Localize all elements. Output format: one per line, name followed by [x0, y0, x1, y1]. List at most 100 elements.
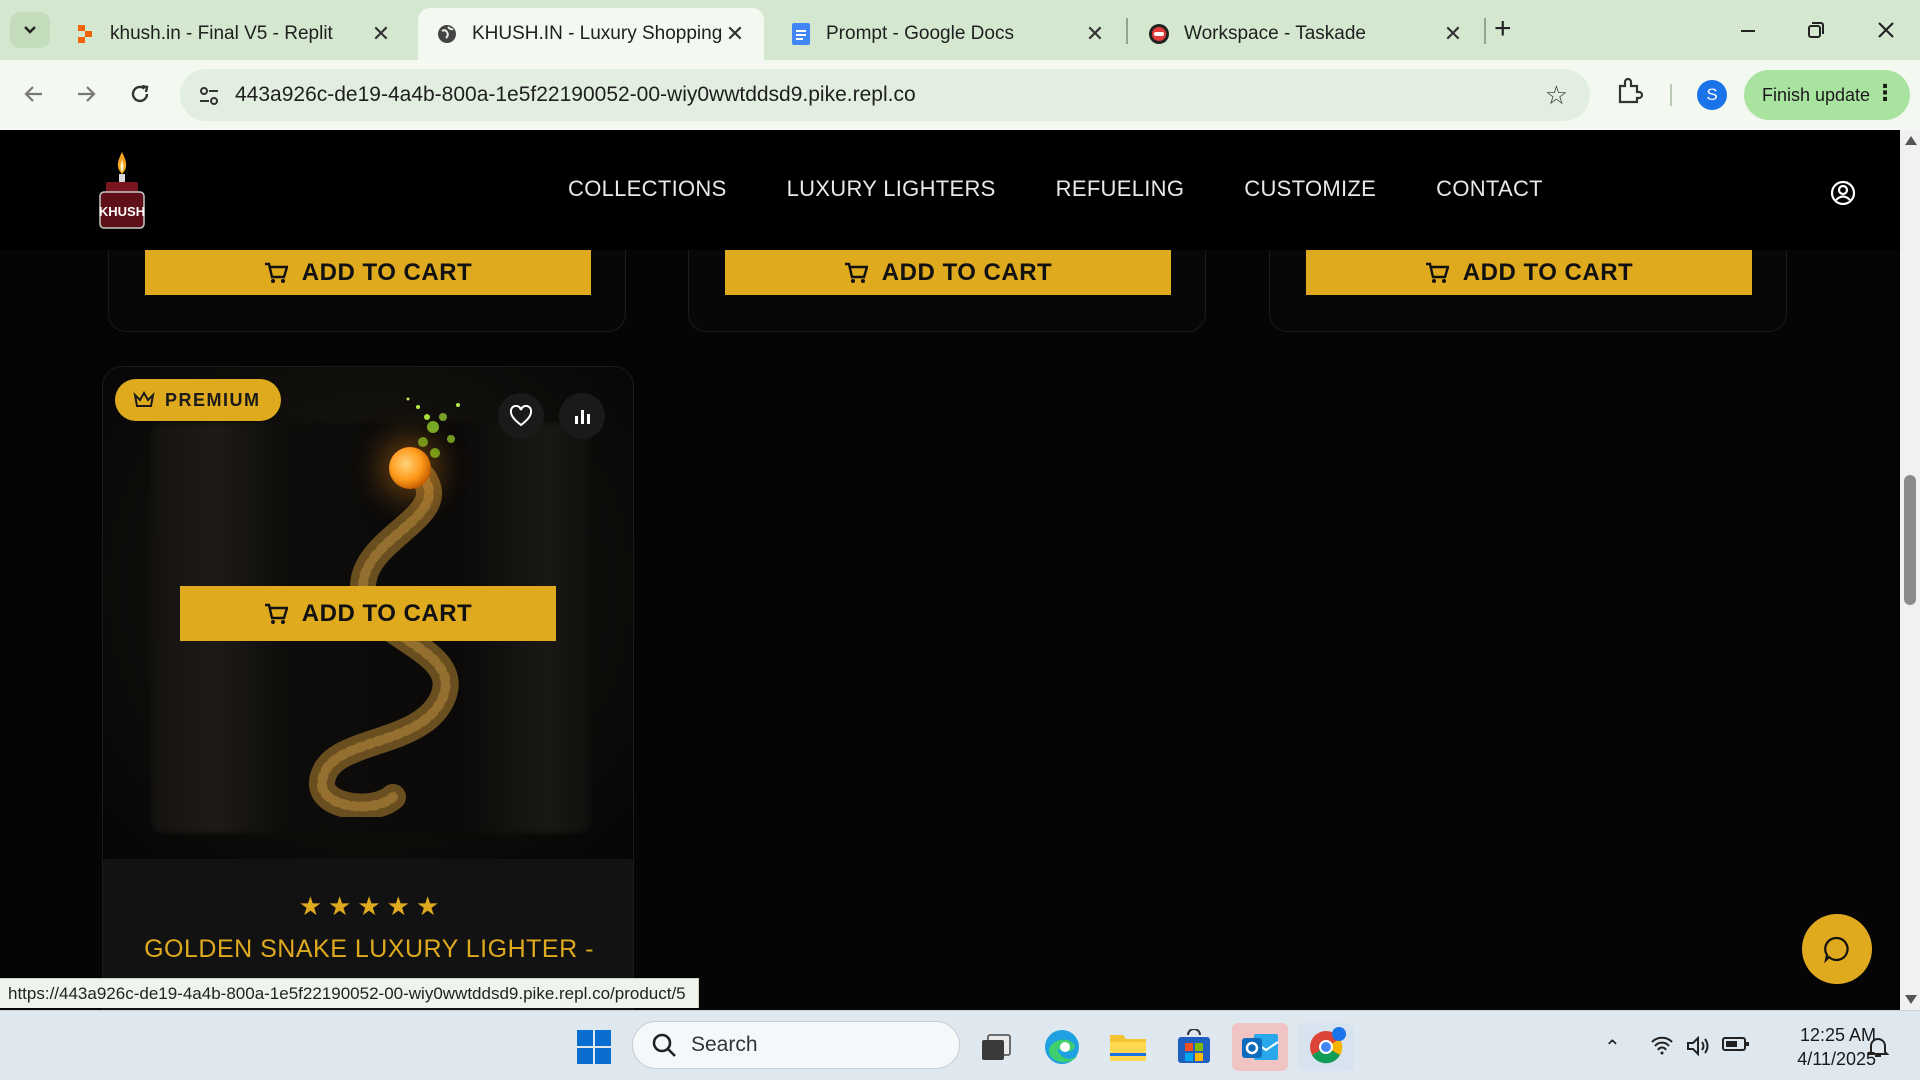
wifi-icon[interactable]	[1650, 1035, 1674, 1061]
premium-badge: PREMIUM	[115, 379, 281, 421]
profile-avatar[interactable]: S	[1697, 80, 1727, 110]
user-account-icon[interactable]	[1830, 180, 1856, 206]
clock-date: 4/11/2025	[1797, 1049, 1876, 1069]
reload-icon	[131, 84, 149, 103]
close-tab-icon[interactable]: ✕	[724, 21, 746, 47]
microsoft-store-icon[interactable]	[1170, 1023, 1218, 1071]
close-tab-icon[interactable]: ✕	[370, 21, 392, 47]
site-settings-icon[interactable]	[194, 81, 224, 111]
search-placeholder: Search	[691, 1033, 758, 1056]
status-bar-url: https://443a926c-de19-4a4b-800a-1e5f2219…	[0, 978, 699, 1008]
nav-collections[interactable]: COLLECTIONS	[568, 176, 727, 202]
add-to-cart-button[interactable]: ADD TO CART	[145, 250, 591, 295]
minimize-button[interactable]	[1718, 10, 1778, 50]
product-card[interactable]: PREMIUM ADD TO CART ★ ★ ★ ★ ★ GOLDEN SNA…	[102, 366, 634, 1010]
add-to-cart-label: ADD TO CART	[301, 258, 473, 286]
chrome-taskbar-icon[interactable]	[1298, 1023, 1354, 1071]
page-viewport: ADD TO CART ADD TO CART ADD TO CART KHUS…	[0, 130, 1900, 1010]
close-tab-icon[interactable]: ✕	[1084, 21, 1106, 47]
nav-refueling[interactable]: REFUELING	[1056, 176, 1185, 202]
add-to-cart-button[interactable]: ADD TO CART	[725, 250, 1171, 295]
nav-customize[interactable]: CUSTOMIZE	[1244, 176, 1376, 202]
badge-label: PREMIUM	[165, 389, 261, 410]
star-icon: ★	[328, 891, 352, 921]
volume-icon[interactable]	[1686, 1035, 1710, 1063]
compare-button[interactable]	[559, 393, 605, 439]
close-window-button[interactable]	[1856, 10, 1916, 50]
product-image[interactable]: PREMIUM ADD TO CART	[103, 367, 633, 859]
cart-icon	[264, 603, 288, 624]
system-clock[interactable]: 12:25 AM 4/11/2025	[1770, 1023, 1876, 1071]
nav-contact[interactable]: CONTACT	[1436, 176, 1543, 202]
tab-google-docs[interactable]: Prompt - Google Docs ✕	[772, 8, 1124, 60]
add-to-cart-button[interactable]: ADD TO CART	[1306, 250, 1752, 295]
scroll-down-arrow[interactable]	[1905, 995, 1917, 1004]
khush-logo[interactable]: KHUSH	[92, 148, 152, 234]
toolbar-separator	[1670, 84, 1672, 106]
battery-icon[interactable]	[1722, 1035, 1750, 1059]
url-text[interactable]: 443a926c-de19-4a4b-800a-1e5f22190052-00-…	[235, 83, 916, 107]
docs-icon	[790, 23, 812, 45]
restore-icon	[1808, 22, 1824, 38]
show-hidden-icons[interactable]: ⌃	[1604, 1035, 1621, 1060]
add-to-cart-label: ADD TO CART	[301, 599, 473, 627]
star-icon: ★	[386, 891, 410, 921]
tab-separator	[1484, 18, 1486, 44]
finish-update-label: Finish update	[1762, 84, 1871, 105]
tab-title: KHUSH.IN - Luxury Shopping Ex	[472, 23, 724, 44]
heart-icon	[509, 405, 533, 427]
minimize-icon	[1741, 30, 1755, 32]
address-bar[interactable]: 443a926c-de19-4a4b-800a-1e5f22190052-00-…	[180, 69, 1590, 121]
search-icon	[652, 1033, 676, 1057]
star-icon: ★	[357, 891, 381, 921]
windows-taskbar: Search ⌃ 12:25 AM 4/11/2025	[0, 1010, 1920, 1080]
restore-button[interactable]	[1786, 10, 1846, 50]
arrow-right-icon	[78, 86, 96, 102]
bookmark-star-icon[interactable]: ☆	[1545, 80, 1568, 111]
edge-taskbar-icon[interactable]	[1038, 1023, 1086, 1071]
add-to-cart-label: ADD TO CART	[1462, 258, 1634, 286]
taskbar-search[interactable]: Search	[632, 1021, 960, 1069]
tab-title: Prompt - Google Docs	[826, 23, 1014, 44]
tab-title: khush.in - Final V5 - Replit	[110, 23, 333, 44]
cart-icon	[264, 262, 288, 283]
tab-search-button[interactable]	[10, 12, 50, 48]
nav-luxury-lighters[interactable]: LUXURY LIGHTERS	[787, 176, 996, 202]
product-title[interactable]: GOLDEN SNAKE LUXURY LIGHTER -	[103, 935, 633, 964]
bar-chart-icon	[575, 410, 590, 424]
scrollbar-thumb[interactable]	[1904, 475, 1916, 605]
close-icon	[1878, 22, 1894, 38]
globe-icon	[436, 23, 458, 45]
chevron-down-icon	[24, 26, 36, 34]
finish-update-button[interactable]: Finish update ⋮	[1744, 70, 1910, 120]
chat-button[interactable]	[1802, 914, 1872, 984]
start-button[interactable]	[570, 1023, 618, 1071]
extensions-icon[interactable]	[1615, 76, 1651, 112]
tab-taskade[interactable]: Workspace - Taskade ✕	[1130, 8, 1482, 60]
star-rating: ★ ★ ★ ★ ★	[103, 891, 633, 922]
browser-tabstrip: khush.in - Final V5 - Replit ✕ KHUSH.IN …	[0, 0, 1920, 60]
wishlist-button[interactable]	[498, 393, 544, 439]
cart-icon	[1425, 262, 1449, 283]
task-view-button[interactable]	[972, 1023, 1020, 1071]
arrow-left-icon	[24, 86, 42, 102]
tab-khush[interactable]: KHUSH.IN - Luxury Shopping Ex ✕	[418, 8, 764, 60]
outlook-taskbar-icon[interactable]	[1232, 1023, 1288, 1071]
browser-toolbar: 443a926c-de19-4a4b-800a-1e5f22190052-00-…	[0, 60, 1920, 130]
reload-button[interactable]	[120, 74, 160, 114]
tab-separator	[1126, 18, 1128, 44]
tab-replit[interactable]: khush.in - Final V5 - Replit ✕	[56, 8, 410, 60]
crown-icon	[133, 391, 155, 407]
more-vert-icon: ⋮	[1874, 80, 1896, 105]
task-view-icon	[982, 1034, 1011, 1060]
close-tab-icon[interactable]: ✕	[1442, 21, 1464, 47]
scroll-up-arrow[interactable]	[1905, 136, 1917, 145]
forward-button[interactable]	[66, 74, 106, 114]
page-scrollbar[interactable]	[1900, 130, 1920, 1010]
file-explorer-icon[interactable]	[1104, 1023, 1152, 1071]
add-to-cart-button[interactable]: ADD TO CART	[180, 586, 556, 641]
notifications-icon[interactable]	[1866, 1035, 1890, 1065]
site-header: KHUSH COLLECTIONS LUXURY LIGHTERS REFUEL…	[0, 130, 1900, 250]
back-button[interactable]	[14, 74, 54, 114]
new-tab-button[interactable]: +	[1494, 12, 1512, 46]
